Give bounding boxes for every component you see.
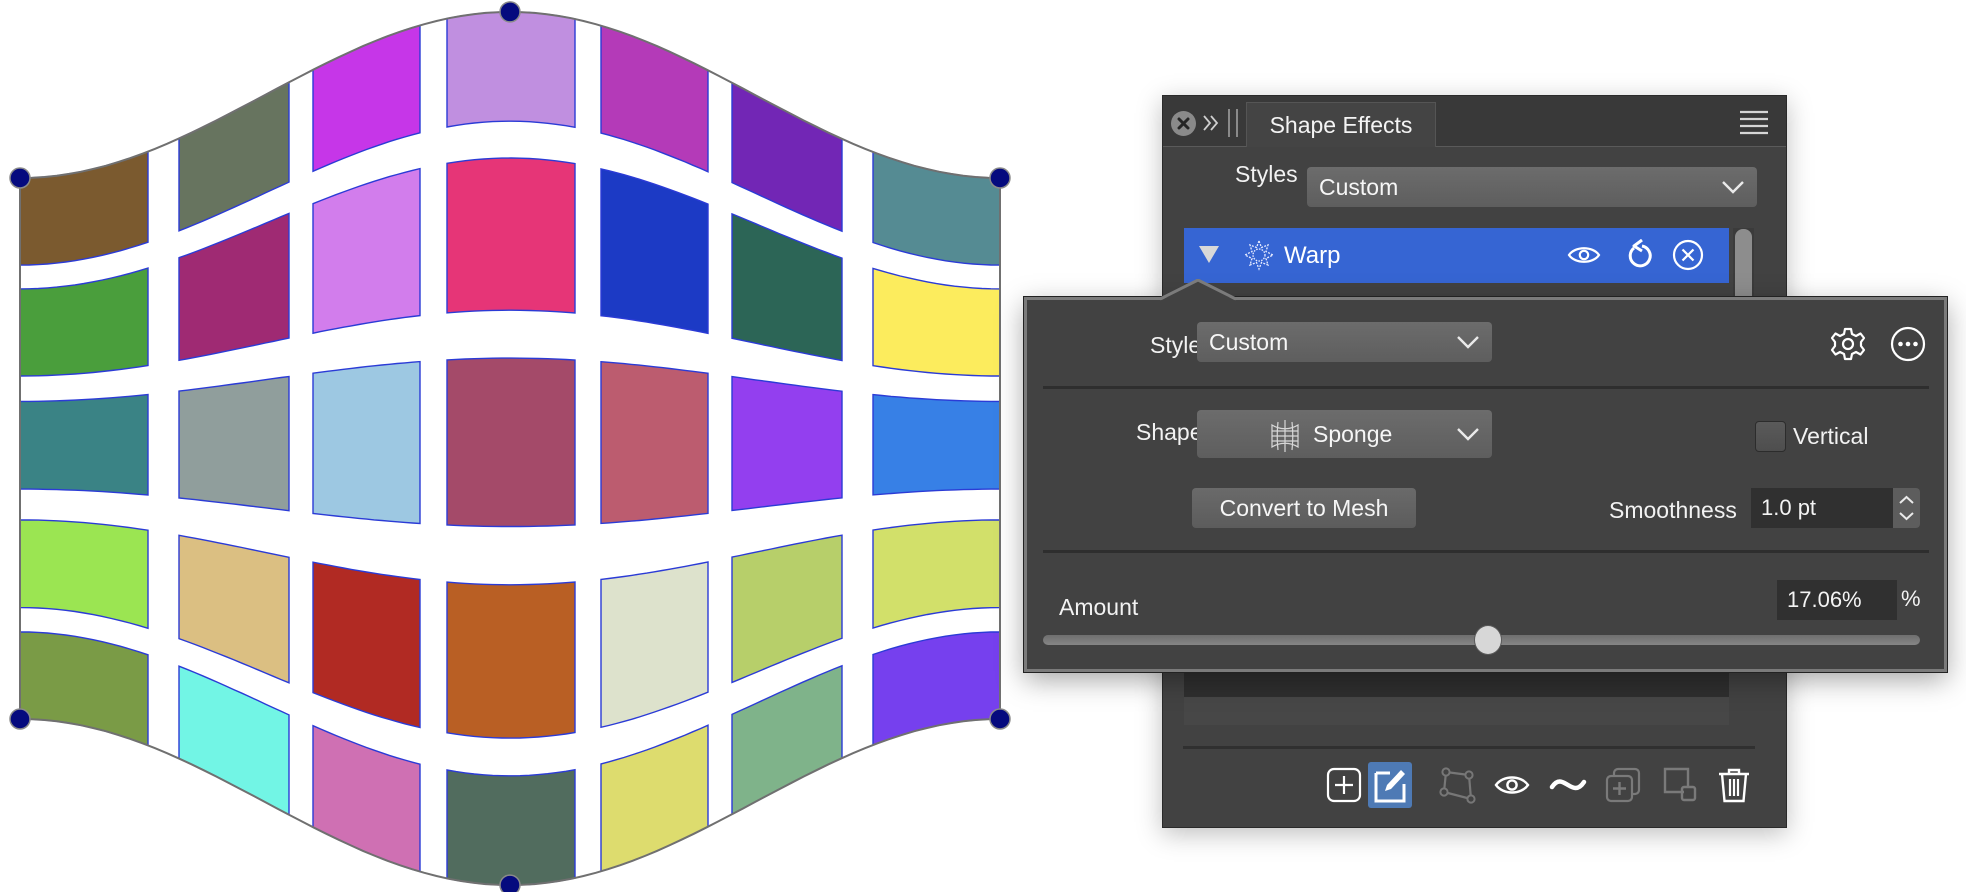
styles-label: Styles <box>1235 161 1298 187</box>
smoothness-input[interactable]: 1.0 pt <box>1751 488 1893 528</box>
grid-tile[interactable] <box>731 664 843 816</box>
grid-tile[interactable] <box>731 212 843 362</box>
grid-tile[interactable] <box>731 534 843 684</box>
style-label: Style <box>1150 332 1202 358</box>
vertical-label[interactable]: Vertical <box>1793 416 1868 456</box>
grid-tile[interactable] <box>178 665 290 816</box>
grid-tile[interactable] <box>312 360 421 525</box>
grid-tile[interactable] <box>312 167 421 335</box>
remove-effect-icon[interactable] <box>1672 239 1704 271</box>
grid-tile[interactable] <box>872 631 1001 747</box>
styles-dropdown[interactable]: Custom <box>1307 167 1757 207</box>
effects-list-row[interactable] <box>1184 673 1729 697</box>
grid-tile[interactable] <box>872 519 1001 629</box>
group-effect-icon[interactable] <box>1660 766 1698 804</box>
grid-tile[interactable] <box>19 631 149 747</box>
panel-header: Shape Effects <box>1163 96 1786 147</box>
panel-drag-grip-icon[interactable] <box>1227 109 1239 137</box>
grid-tile[interactable] <box>600 360 709 525</box>
grid-tile[interactable] <box>446 11 576 129</box>
grid-tile[interactable] <box>19 150 149 266</box>
edit-envelope-icon[interactable] <box>1438 766 1476 804</box>
popover-arrow <box>1160 279 1236 301</box>
collapse-panel-chevrons-icon[interactable] <box>1201 110 1221 136</box>
grid-tile[interactable] <box>178 534 290 684</box>
close-panel-button[interactable] <box>1171 111 1196 136</box>
add-effect-icon[interactable] <box>1325 766 1363 804</box>
popover-divider <box>1043 386 1929 389</box>
grid-tile[interactable] <box>312 724 421 873</box>
style-dropdown[interactable]: Custom <box>1197 322 1492 362</box>
smoothness-label: Smoothness <box>1609 497 1737 523</box>
grid-tile[interactable] <box>312 561 421 729</box>
stepper-arrows-icon <box>1899 495 1914 521</box>
grid-tile[interactable] <box>600 561 709 729</box>
more-options-icon[interactable] <box>1890 326 1926 362</box>
grid-tile[interactable] <box>872 393 1001 496</box>
smoothness-stepper[interactable] <box>1893 488 1920 528</box>
amount-unit: % <box>1901 586 1921 611</box>
chevron-down-icon <box>1457 336 1479 349</box>
chevron-down-icon <box>1722 181 1744 194</box>
visibility-eye-icon[interactable] <box>1493 766 1531 804</box>
trash-icon[interactable] <box>1715 766 1753 804</box>
grid-tile[interactable] <box>600 724 709 873</box>
warp-control-handle[interactable] <box>499 1 521 23</box>
grid-tile[interactable] <box>19 519 149 630</box>
smooth-tilde-icon[interactable] <box>1549 766 1587 804</box>
panel-divider <box>1183 746 1755 749</box>
reset-icon[interactable] <box>1625 239 1655 271</box>
warp-control-handle[interactable] <box>9 167 31 189</box>
convert-to-mesh-button[interactable]: Convert to Mesh <box>1192 488 1416 528</box>
eye-icon[interactable] <box>1567 243 1601 267</box>
grid-tile[interactable] <box>446 157 576 314</box>
panel-menu-icon[interactable] <box>1739 109 1769 135</box>
shape-label: Shape <box>1136 419 1203 445</box>
gear-icon[interactable] <box>1830 326 1866 362</box>
effect-row-warp[interactable]: Warp <box>1184 228 1729 283</box>
grid-tile[interactable] <box>178 375 290 512</box>
popover-divider <box>1043 550 1929 553</box>
edit-effect-icon[interactable] <box>1368 762 1412 808</box>
close-icon <box>1177 117 1190 130</box>
warp-control-handle[interactable] <box>989 167 1011 189</box>
warp-control-handle[interactable] <box>9 708 31 730</box>
amount-label: Amount <box>1059 594 1139 620</box>
warp-effect-icon <box>1243 239 1275 271</box>
sponge-warp-icon <box>1271 420 1299 452</box>
amount-slider-thumb[interactable] <box>1473 625 1502 655</box>
styles-dropdown-value: Custom <box>1319 174 1399 200</box>
grid-tile[interactable] <box>731 81 843 233</box>
grid-tile[interactable] <box>872 267 1001 377</box>
effect-name: Warp <box>1284 242 1341 269</box>
grid-tile[interactable] <box>19 393 149 496</box>
warp-control-handle[interactable] <box>989 708 1011 730</box>
duplicate-effect-icon[interactable] <box>1604 766 1642 804</box>
warp-settings-popover: Style Custom Shape Sponge Vertical Conve… <box>1024 297 1947 672</box>
grid-tile[interactable] <box>872 150 1001 266</box>
amount-input[interactable]: 17.06% <box>1777 580 1897 620</box>
vertical-checkbox[interactable] <box>1755 421 1786 452</box>
tab-shape-effects[interactable]: Shape Effects <box>1246 102 1436 147</box>
grid-tile[interactable] <box>731 375 843 512</box>
shape-dropdown-value: Sponge <box>1313 421 1393 447</box>
grid-tile[interactable] <box>446 768 576 886</box>
shape-dropdown[interactable]: Sponge <box>1197 410 1492 458</box>
grid-tile[interactable] <box>178 81 290 232</box>
grid-tile[interactable] <box>600 24 709 173</box>
style-dropdown-value: Custom <box>1209 329 1289 355</box>
grid-tile[interactable] <box>446 581 576 739</box>
chevron-down-icon <box>1457 428 1479 441</box>
grid-tile[interactable] <box>312 24 421 173</box>
grid-tile[interactable] <box>600 168 709 335</box>
warp-control-handle[interactable] <box>499 874 521 892</box>
disclosure-triangle-icon[interactable] <box>1198 244 1220 264</box>
grid-tile[interactable] <box>19 267 149 377</box>
effects-list-row[interactable] <box>1184 697 1729 725</box>
grid-tile[interactable] <box>178 212 290 362</box>
grid-tile[interactable] <box>446 357 576 528</box>
